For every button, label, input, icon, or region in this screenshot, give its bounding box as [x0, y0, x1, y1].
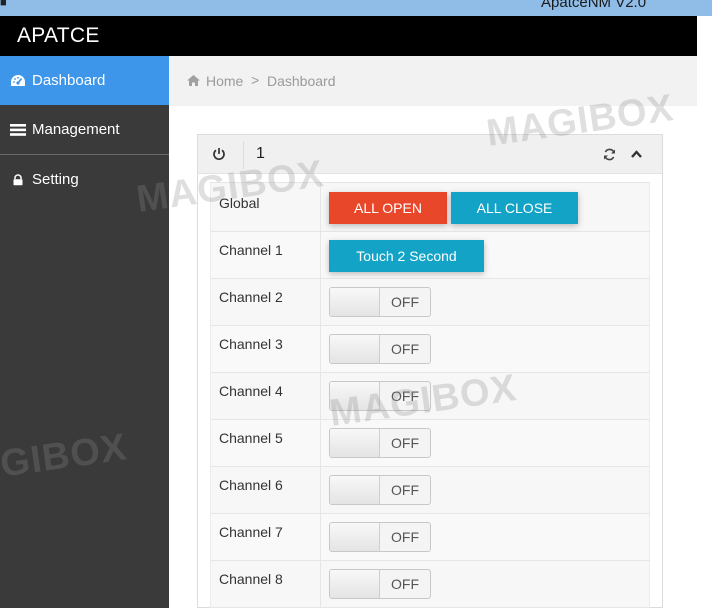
refresh-icon[interactable] — [603, 148, 616, 161]
sidebar: Dashboard Management Setting — [0, 56, 169, 608]
app-icon: ■ — [0, 0, 7, 9]
row-label: Channel 7 — [219, 524, 283, 540]
breadcrumb: Home > Dashboard — [169, 56, 697, 106]
all-close-button[interactable]: ALL CLOSE — [451, 192, 578, 224]
list-icon — [10, 124, 26, 136]
header-divider — [243, 141, 244, 169]
toggle-knob — [330, 429, 380, 457]
lock-icon — [13, 174, 23, 186]
table-row-channel-5: Channel 5 OFF — [210, 420, 650, 467]
channel-table: Global ALL OPEN ALL CLOSE Channel 1 Touc… — [210, 182, 650, 608]
dashboard-icon — [11, 75, 25, 86]
table-row-channel-4: Channel 4 OFF — [210, 373, 650, 420]
table-row-channel-2: Channel 2 OFF — [210, 279, 650, 326]
right-gutter — [697, 16, 712, 608]
panel-device-id: 1 — [256, 145, 265, 162]
table-row-channel-8: Channel 8 OFF — [210, 561, 650, 608]
device-panel: 1 Global ALL OPEN ALL CLOSE Channel 1 To… — [197, 134, 663, 608]
toggle-state: OFF — [391, 341, 419, 357]
row-label: Channel 5 — [219, 430, 283, 446]
sidebar-item-management[interactable]: Management — [0, 105, 169, 154]
toggle-state: OFF — [391, 435, 419, 451]
row-label: Channel 4 — [219, 383, 283, 399]
table-row-channel-1: Channel 1 Touch 2 Second — [210, 232, 650, 279]
channel-toggle[interactable]: OFF — [329, 475, 431, 505]
sidebar-item-label: Dashboard — [32, 72, 106, 89]
brand-name[interactable]: APATCE — [17, 24, 100, 48]
table-row-channel-3: Channel 3 OFF — [210, 326, 650, 373]
table-row-global: Global ALL OPEN ALL CLOSE — [210, 183, 650, 232]
table-row-channel-7: Channel 7 OFF — [210, 514, 650, 561]
chevron-up-icon[interactable] — [631, 150, 642, 158]
touch-2-second-button[interactable]: Touch 2 Second — [329, 240, 484, 272]
row-label: Channel 8 — [219, 571, 283, 587]
toggle-state: OFF — [391, 482, 419, 498]
toggle-state: OFF — [391, 388, 419, 404]
panel-header: 1 — [198, 135, 662, 174]
row-label: Global — [219, 195, 260, 211]
sidebar-item-dashboard[interactable]: Dashboard — [0, 56, 169, 105]
channel-toggle[interactable]: OFF — [329, 522, 431, 552]
row-label: Channel 6 — [219, 477, 283, 493]
toggle-knob — [330, 570, 380, 598]
table-row-channel-6: Channel 6 OFF — [210, 467, 650, 514]
toggle-knob — [330, 523, 380, 551]
row-label: Channel 1 — [219, 242, 283, 258]
row-label: Channel 3 — [219, 336, 283, 352]
toggle-knob — [330, 335, 380, 363]
toggle-state: OFF — [391, 576, 419, 592]
toggle-state: OFF — [391, 529, 419, 545]
toggle-knob — [330, 382, 380, 410]
channel-toggle[interactable]: OFF — [329, 287, 431, 317]
toggle-knob — [330, 288, 380, 316]
sidebar-item-setting[interactable]: Setting — [0, 155, 169, 204]
channel-toggle[interactable]: OFF — [329, 428, 431, 458]
channel-toggle[interactable]: OFF — [329, 334, 431, 364]
sidebar-item-label: Setting — [32, 171, 79, 188]
window-titlebar: ■ ApatceNM V2.0 — [0, 0, 712, 16]
all-open-button[interactable]: ALL OPEN — [329, 192, 447, 224]
channel-toggle[interactable]: OFF — [329, 569, 431, 599]
breadcrumb-separator: > — [251, 72, 260, 88]
home-icon — [187, 75, 200, 86]
toggle-state: OFF — [391, 294, 419, 310]
sidebar-item-label: Management — [32, 121, 120, 138]
breadcrumb-current: Dashboard — [267, 73, 336, 89]
channel-toggle[interactable]: OFF — [329, 381, 431, 411]
window-title: ApatceNM V2.0 — [541, 0, 647, 11]
top-header: APATCE — [0, 16, 697, 56]
power-icon — [213, 148, 225, 161]
breadcrumb-home-link[interactable]: Home — [206, 73, 243, 89]
toggle-knob — [330, 476, 380, 504]
row-label: Channel 2 — [219, 289, 283, 305]
